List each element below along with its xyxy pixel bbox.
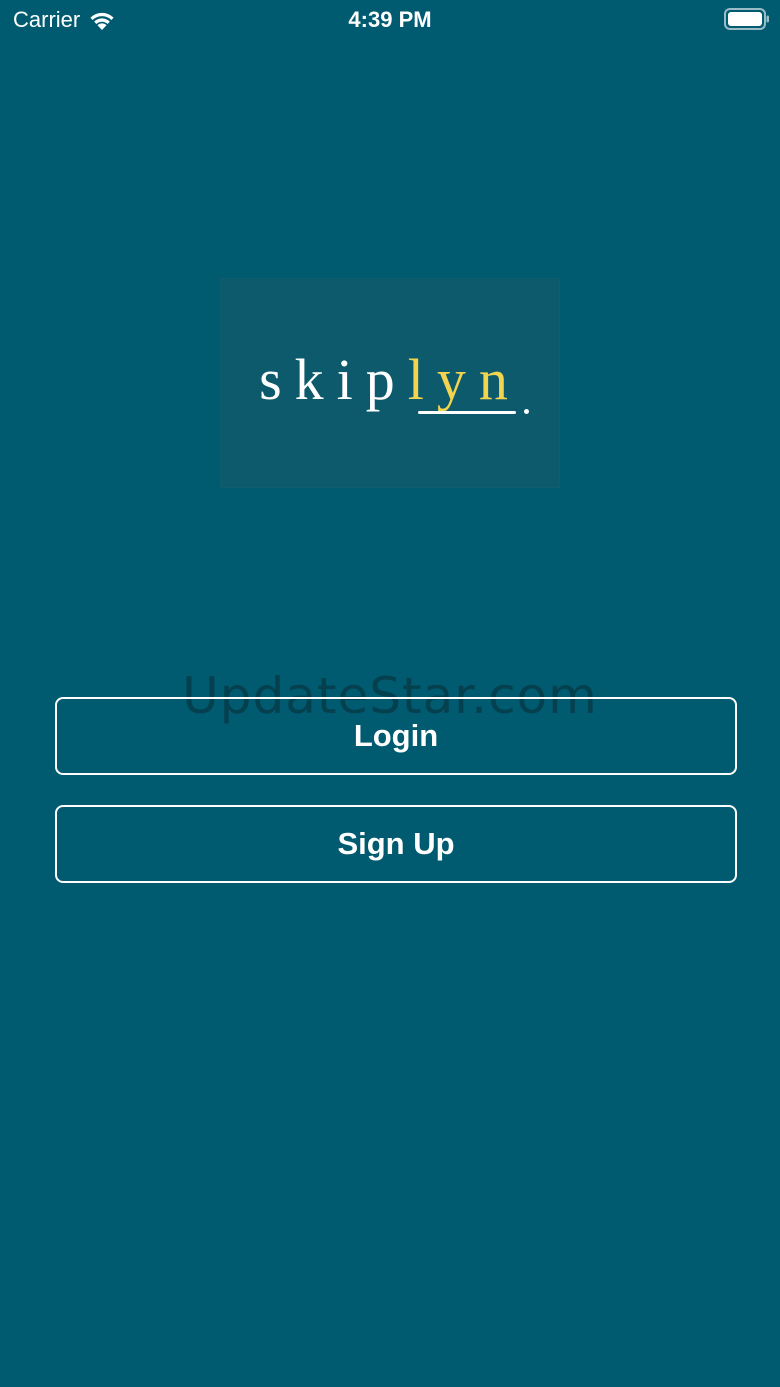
logo-wordmark: skiplyn	[220, 350, 560, 410]
logo-part-lyn: lyn	[407, 347, 521, 412]
logo-part-skip: skip	[259, 347, 408, 412]
signup-button[interactable]: Sign Up	[55, 805, 737, 883]
app-logo: skiplyn	[220, 278, 560, 488]
logo-dot	[524, 409, 529, 414]
status-bar: Carrier 4:39 PM	[0, 0, 780, 40]
clock: 4:39 PM	[348, 7, 432, 32]
login-button[interactable]: Login	[55, 697, 737, 775]
logo-underline	[418, 411, 516, 414]
battery-icon	[724, 8, 769, 30]
